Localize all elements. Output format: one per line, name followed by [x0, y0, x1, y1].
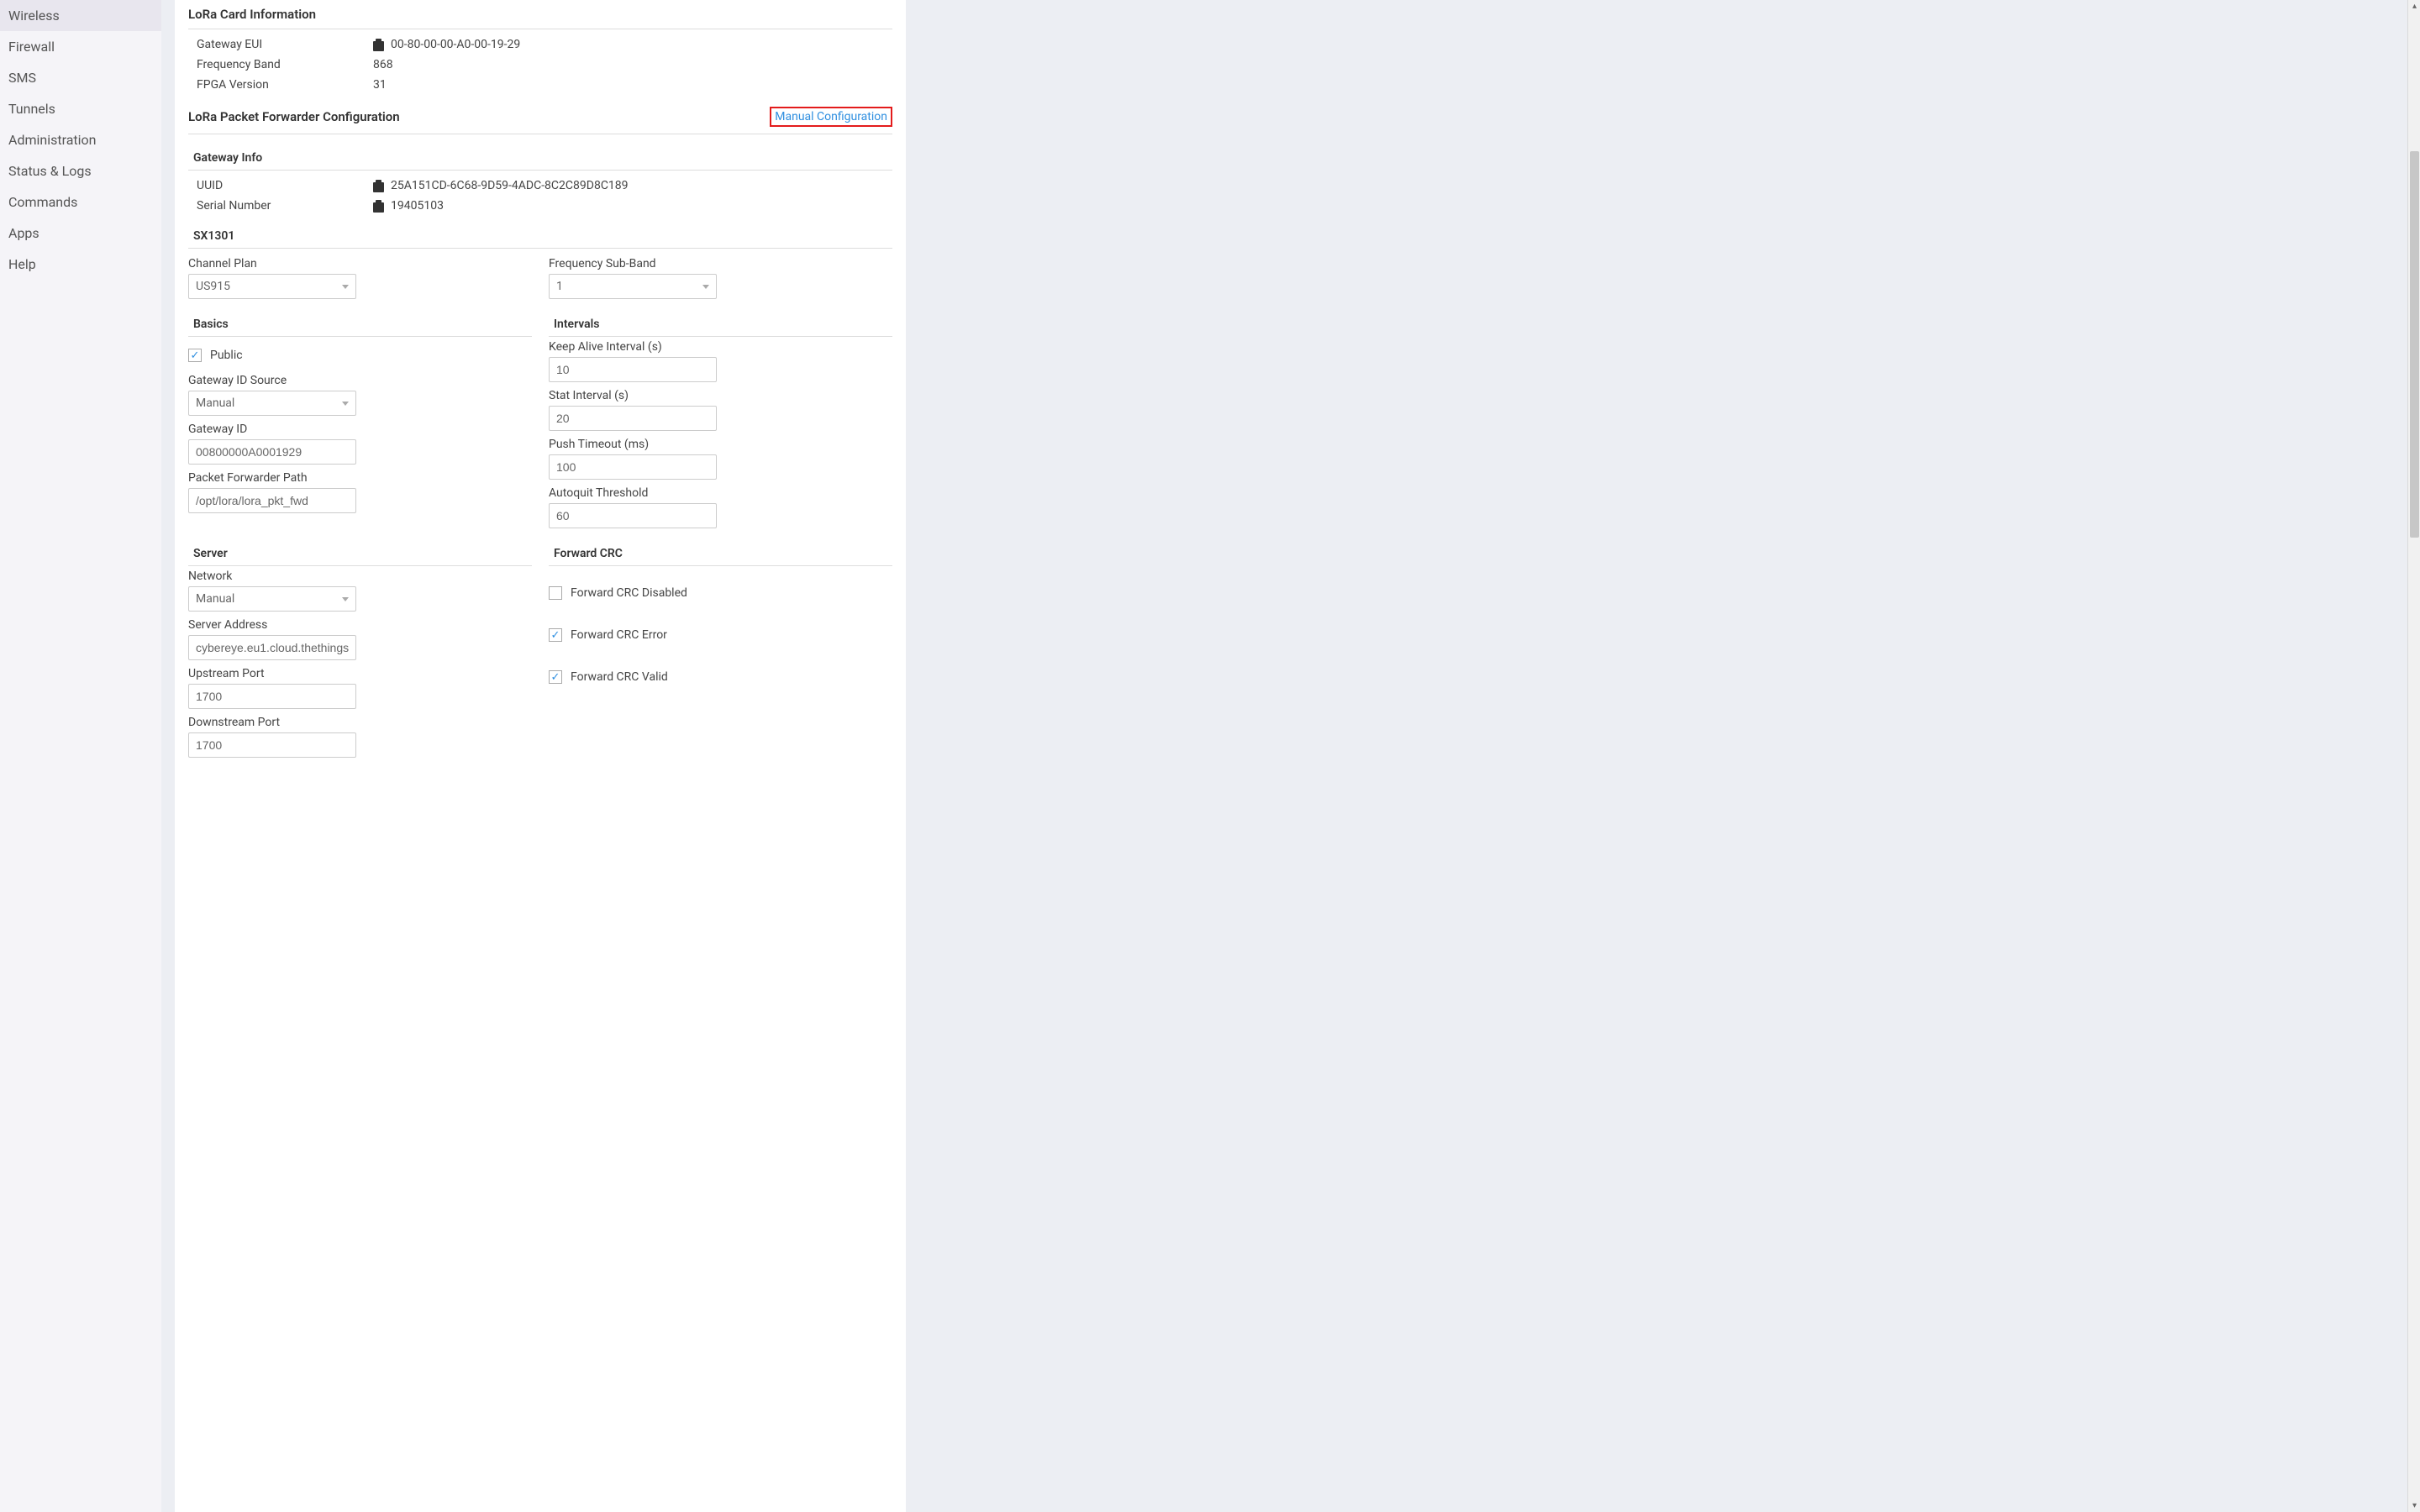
pkt-fwd-path-label: Packet Forwarder Path — [188, 471, 532, 485]
gateway-eui-value: 00-80-00-00-A0-00-19-29 — [391, 38, 520, 51]
push-timeout-label: Push Timeout (ms) — [549, 438, 892, 451]
section-title: LoRa Packet Forwarder Configuration — [188, 109, 400, 124]
section-lora-card: LoRa Card Information — [188, 0, 892, 29]
forward-crc-disabled-checkbox[interactable] — [549, 586, 562, 600]
forward-crc-error-label: Forward CRC Error — [571, 628, 667, 642]
clipboard-icon[interactable] — [373, 39, 384, 51]
upstream-port-input[interactable] — [188, 684, 356, 709]
section-pkt-fwd: LoRa Packet Forwarder Configuration Manu… — [188, 100, 892, 134]
gw-id-source-select[interactable]: Manual — [188, 391, 356, 416]
uuid-value: 25A151CD-6C68-9D59-4ADC-8C2C89D8C189 — [391, 179, 629, 192]
fpga-label: FPGA Version — [197, 78, 373, 92]
forward-crc-disabled-label: Forward CRC Disabled — [571, 586, 687, 600]
server-address-input[interactable] — [188, 635, 356, 660]
sidebar-item-administration[interactable]: Administration — [0, 124, 161, 155]
upstream-port-label: Upstream Port — [188, 667, 532, 680]
chevron-down-icon — [702, 285, 709, 289]
clipboard-icon[interactable] — [373, 180, 384, 192]
fpga-value: 31 — [373, 78, 387, 92]
chevron-down-icon — [342, 285, 349, 289]
sidebar-item-status-logs[interactable]: Status & Logs — [0, 155, 161, 186]
autoquit-input[interactable] — [549, 503, 717, 528]
chevron-down-icon — [342, 597, 349, 601]
pkt-fwd-path-input[interactable] — [188, 488, 356, 513]
downstream-port-label: Downstream Port — [188, 716, 532, 729]
public-checkbox[interactable] — [188, 349, 202, 362]
freq-subband-label: Frequency Sub-Band — [549, 257, 892, 270]
sidebar-item-tunnels[interactable]: Tunnels — [0, 93, 161, 124]
keepalive-input[interactable] — [549, 357, 717, 382]
subsection-basics: Basics — [188, 309, 532, 337]
chevron-down-icon — [342, 402, 349, 406]
downstream-port-input[interactable] — [188, 732, 356, 758]
freq-band-label: Frequency Band — [197, 58, 373, 71]
network-label: Network — [188, 570, 532, 583]
channel-plan-label: Channel Plan — [188, 257, 532, 270]
gateway-eui-label: Gateway EUI — [197, 38, 373, 51]
subsection-forward-crc: Forward CRC — [549, 538, 892, 566]
forward-crc-error-checkbox[interactable] — [549, 628, 562, 642]
subsection-intervals: Intervals — [549, 309, 892, 337]
push-timeout-input[interactable] — [549, 454, 717, 480]
forward-crc-valid-checkbox[interactable] — [549, 670, 562, 684]
gw-id-source-label: Gateway ID Source — [188, 374, 532, 387]
keepalive-label: Keep Alive Interval (s) — [549, 340, 892, 354]
serial-label: Serial Number — [197, 199, 373, 213]
sidebar-item-firewall[interactable]: Firewall — [0, 31, 161, 62]
clipboard-icon[interactable] — [373, 200, 384, 213]
section-title: LoRa Card Information — [188, 7, 316, 22]
stat-interval-label: Stat Interval (s) — [549, 389, 892, 402]
gateway-id-label: Gateway ID — [188, 423, 532, 436]
scrollbar[interactable]: ▴ ▾ — [2407, 0, 2420, 1512]
serial-value: 19405103 — [391, 199, 444, 213]
subsection-sx1301: SX1301 — [188, 221, 892, 249]
gateway-id-input[interactable] — [188, 439, 356, 465]
forward-crc-valid-label: Forward CRC Valid — [571, 670, 668, 684]
scrollbar-thumb[interactable] — [2410, 151, 2419, 538]
uuid-label: UUID — [197, 179, 373, 192]
public-label: Public — [210, 349, 243, 362]
autoquit-label: Autoquit Threshold — [549, 486, 892, 500]
sidebar: Wireless Firewall SMS Tunnels Administra… — [0, 0, 161, 1512]
sidebar-item-sms[interactable]: SMS — [0, 62, 161, 93]
freq-band-value: 868 — [373, 58, 393, 71]
channel-plan-select[interactable]: US915 — [188, 274, 356, 299]
manual-configuration-link[interactable]: Manual Configuration — [770, 107, 892, 127]
subsection-server: Server — [188, 538, 532, 566]
sidebar-item-apps[interactable]: Apps — [0, 218, 161, 249]
freq-subband-select[interactable]: 1 — [549, 274, 717, 299]
sidebar-item-help[interactable]: Help — [0, 249, 161, 280]
server-address-label: Server Address — [188, 618, 532, 632]
main-panel: LoRa Card Information Gateway EUI 00-80-… — [175, 0, 906, 1512]
sidebar-item-commands[interactable]: Commands — [0, 186, 161, 218]
scroll-up-button[interactable]: ▴ — [2408, 0, 2420, 13]
scroll-down-button[interactable]: ▾ — [2408, 1499, 2420, 1512]
stat-interval-input[interactable] — [549, 406, 717, 431]
network-select[interactable]: Manual — [188, 586, 356, 612]
subsection-gateway-info: Gateway Info — [188, 143, 892, 171]
sidebar-item-wireless[interactable]: Wireless — [0, 0, 161, 31]
